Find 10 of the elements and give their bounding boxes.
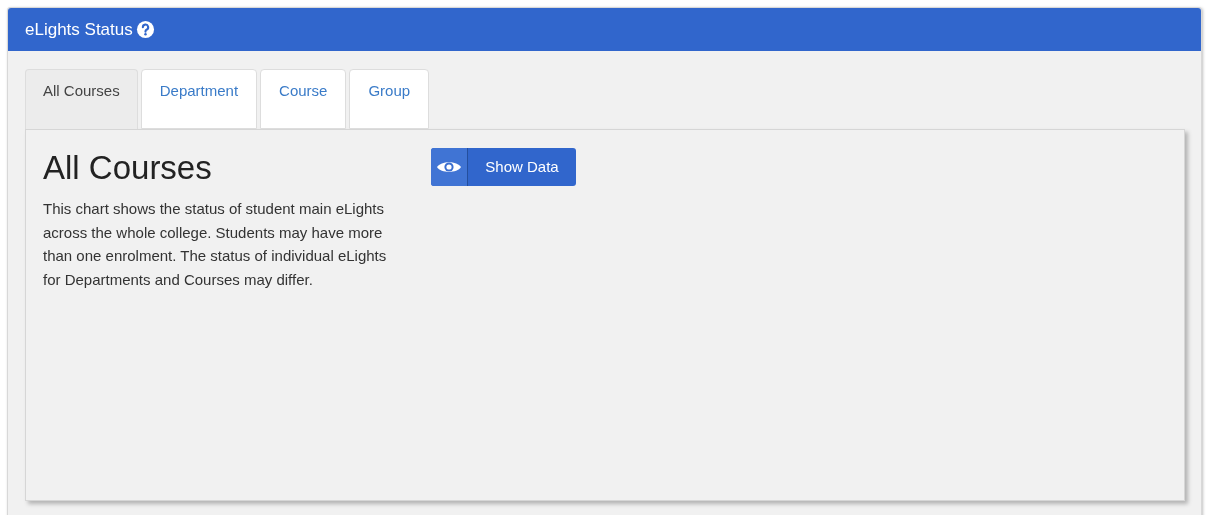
tab[interactable]: All Courses [25,69,138,129]
help-icon[interactable] [135,20,155,39]
eye-icon [436,159,462,175]
tab[interactable]: Course [260,69,347,129]
panel-title: eLights Status [25,18,133,41]
description-text: This chart shows the status of student main eLights across the whole college. Students may have more than one enrolment. The status of individual eLights for Departments and Courses may differ. [43,199,388,290]
content-heading: All Courses [43,148,213,188]
tab[interactable]: Department [140,69,258,129]
show-data-button[interactable]: Show Data [431,148,576,186]
tab[interactable]: Group [349,69,430,129]
